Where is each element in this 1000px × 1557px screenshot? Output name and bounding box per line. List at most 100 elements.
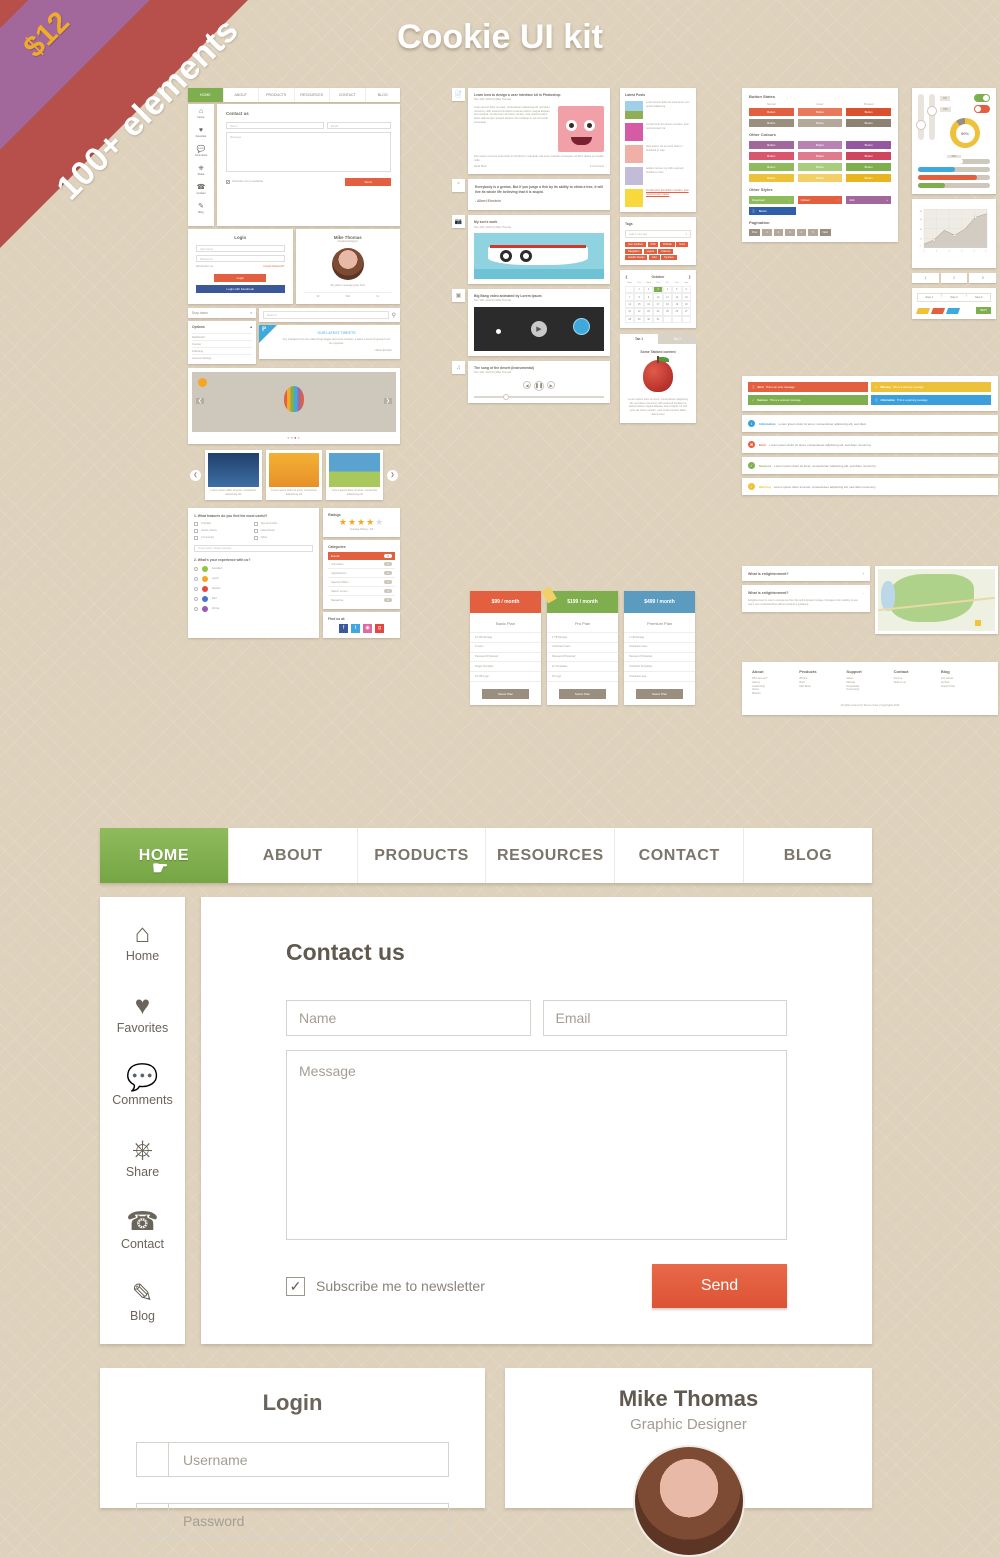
main-sidebar[interactable]: ⌂ Home ♥ Favorites 💬 Comments ⎈ Share ☎ …	[100, 897, 185, 1344]
latest-post-item[interactable]: Ut wisi enim ad minimm veniam, quis nost…	[625, 189, 691, 207]
gallery-item[interactable]: Lorem ipsum dolor sit amet, nonsectuer a…	[205, 450, 262, 500]
search-icon[interactable]: ⚲	[392, 312, 396, 319]
alert-row-information[interactable]: i Information Lorem ipsum dolor sit amet, …	[742, 415, 998, 432]
category-row[interactable]: Select Lorem 3	[328, 587, 395, 596]
sidebar-item-contact[interactable]: ☎ Contact	[100, 1207, 185, 1253]
latest-post-item[interactable]: Lorem ipsum dolor sit amet amet, con sec…	[625, 101, 691, 119]
sidebar-item-favorites[interactable]: ♥ Favorites	[100, 991, 185, 1037]
facebook-icon[interactable]: f	[339, 623, 349, 633]
password-field[interactable]: Password	[136, 1503, 449, 1538]
nav-item-products[interactable]: PRODUCTS	[356, 828, 486, 883]
category-row[interactable]: Magazine 9	[328, 596, 395, 604]
prev-track-icon[interactable]: ◀	[523, 381, 531, 390]
message-textarea[interactable]: Message	[286, 1050, 787, 1240]
select-plan-button[interactable]: Select Plan	[482, 688, 529, 699]
accordion-header-closed[interactable]: What is enlightenment? +	[742, 566, 871, 581]
category-row[interactable]: Events 8	[328, 551, 395, 560]
alert-success[interactable]: ✓ Success This is a success message	[748, 395, 868, 405]
sidebar-item-blog[interactable]: ✎ Blog	[100, 1279, 185, 1325]
slider-vertical[interactable]	[916, 94, 926, 140]
sidebar-item-comments[interactable]: 💬 Comments	[100, 1063, 185, 1109]
slider-vertical[interactable]	[927, 94, 937, 140]
calendar-grid[interactable]: 123456 7 8 9 10 11 12 13 14 15 16 17 18 19 20 21 22 23…	[625, 286, 691, 323]
mini-calendar[interactable]: ❮ October ❯ Mon Tue Wed Thu Fri Sat Sun 123456…	[620, 270, 696, 328]
toggle-on[interactable]	[974, 94, 990, 102]
main-navbar[interactable]: HOME ☛ ABOUT PRODUCTS RESOURCES CONTACT …	[100, 828, 872, 883]
alert-information[interactable]: ⓘ Information This is a warning message	[871, 395, 991, 405]
carousel-prev[interactable]: ❮	[196, 398, 205, 405]
latest-post-item[interactable]: Duis autem vel eu iriure dolor in hendre…	[625, 145, 691, 163]
mini-email-input[interactable]: Email	[326, 122, 391, 129]
toggle-off[interactable]	[974, 105, 990, 113]
tag-list[interactable]: User Interface PSD Portfolio Icons Navig…	[625, 242, 691, 260]
mini-step-labels[interactable]: Step 1 ❯ Step 2 ❯ Step 3 NEXT	[912, 288, 996, 319]
twitter-icon[interactable]: t	[351, 623, 361, 633]
accordion-item-open[interactable]: What is enlightenment? - Enlightenment i…	[742, 585, 871, 612]
download-button[interactable]: Download ↓	[749, 196, 794, 204]
pause-icon[interactable]: ❚❚	[534, 381, 544, 392]
add-button[interactable]: Add +	[846, 196, 892, 204]
mini-search[interactable]: Search ⚲	[259, 308, 400, 323]
video-thumbnail[interactable]: ▶	[474, 307, 604, 352]
alert-warning[interactable]: ⚠ Warning This is a warning message	[871, 382, 991, 392]
carousel-next[interactable]: ❯	[383, 398, 392, 405]
dribbble-icon[interactable]: ◉	[363, 623, 373, 633]
name-input[interactable]: Name	[286, 1000, 531, 1036]
audio-controls[interactable]: ◀ ❚❚ ▶	[474, 381, 604, 392]
alert-row-success[interactable]: ✓ Success Lorem ipsum dolor sit amet, cons…	[742, 457, 998, 474]
google-plus-icon[interactable]: g	[375, 623, 385, 633]
send-button[interactable]: Send	[652, 1264, 787, 1308]
alert-error[interactable]: ⓘ Error This is an error message	[748, 382, 868, 392]
button-hover[interactable]: Button	[797, 108, 843, 116]
tag-input[interactable]: Add a new tag ▾	[625, 230, 691, 238]
mini-gallery[interactable]: ❮ Lorem ipsum dolor sit amet, nonsectuer…	[188, 450, 400, 500]
username-field[interactable]: Username	[136, 1442, 449, 1477]
next-track-icon[interactable]: ▶	[547, 381, 555, 390]
svg-text:4: 4	[961, 250, 963, 252]
nav-item-home[interactable]: HOME ☛	[100, 828, 228, 883]
mini-step-numbers[interactable]: 1 2 3	[912, 273, 997, 283]
nav-item-blog[interactable]: BLOG	[743, 828, 872, 883]
category-row[interactable]: Applications 4	[328, 569, 395, 578]
alert-row-warning[interactable]: ! Warning Lorem ipsum dolor sit amet, cons…	[742, 478, 998, 495]
select-plan-button[interactable]: Select Plan	[559, 688, 606, 699]
nav-item-about[interactable]: ABOUT	[227, 828, 357, 883]
mini-nav-resources[interactable]: RESOURCES	[293, 88, 330, 102]
nav-item-resources[interactable]: RESOURCES	[485, 828, 614, 883]
gallery-item[interactable]: Lorem ipsum dolor sit amet, nonsectuer a…	[265, 450, 323, 500]
gallery-item[interactable]: Lorem ipsum dolor sit amet, nonsectuer a…	[326, 450, 384, 500]
play-icon[interactable]: ▶	[531, 321, 547, 338]
mini-send-button[interactable]: Send	[345, 178, 391, 186]
mini-map[interactable]	[875, 566, 998, 634]
latest-post-item[interactable]: Ut wisi enim ad minimm veniam, quis nost…	[625, 123, 691, 141]
button-pressed[interactable]: Button	[846, 108, 892, 116]
audio-progress[interactable]	[474, 394, 604, 401]
upload-button[interactable]: Upload ↑	[797, 196, 843, 204]
calendar-next[interactable]: ❯	[688, 275, 691, 279]
newsletter-checkbox[interactable]: ✓	[286, 1276, 305, 1296]
carousel-dots[interactable]: ●●●●	[192, 435, 396, 440]
latest-post-item[interactable]: sediam nonum my nibh euismod tincidunt u…	[625, 167, 691, 185]
sidebar-item-home[interactable]: ⌂ Home	[100, 919, 185, 965]
email-input[interactable]: Email	[542, 1000, 787, 1036]
info-button[interactable]: ⓘ Button	[749, 207, 796, 215]
category-row[interactable]: Animation 6	[328, 560, 395, 569]
mini-nav-contact[interactable]: CONTACT	[329, 88, 365, 102]
star-rating[interactable]: ★★★★★	[328, 517, 395, 528]
download-icon: ↓	[789, 198, 791, 202]
mini-dropdown[interactable]: Drop-down ▾	[188, 308, 256, 319]
nav-item-contact[interactable]: CONTACT	[614, 828, 743, 883]
gallery-next[interactable]: ❯	[387, 469, 399, 481]
mini-tabs[interactable]: Tab 1 Tab 2 Some Tabbed content Lorem ip…	[620, 333, 696, 423]
progress-bar[interactable]	[918, 159, 990, 164]
alert-row-error[interactable]: ✖ Error Lorem ipsum dolor sit amet, consec…	[742, 436, 998, 453]
mini-carousel[interactable]: ❮ ❯ ●●●●	[188, 368, 400, 445]
select-plan-button[interactable]: Select Plan	[636, 688, 683, 699]
category-row[interactable]: Special Offers 7	[328, 578, 395, 587]
next-button[interactable]: NEXT	[976, 307, 991, 314]
mini-nav-blog[interactable]: BLOG	[364, 88, 401, 102]
sidebar-item-share[interactable]: ⎈ Share	[100, 1135, 185, 1181]
gallery-prev[interactable]: ❮	[190, 469, 201, 481]
pagination[interactable]: Prev 1 2 3 4 5 Next	[749, 229, 891, 236]
button-normal[interactable]: Button	[749, 108, 794, 116]
